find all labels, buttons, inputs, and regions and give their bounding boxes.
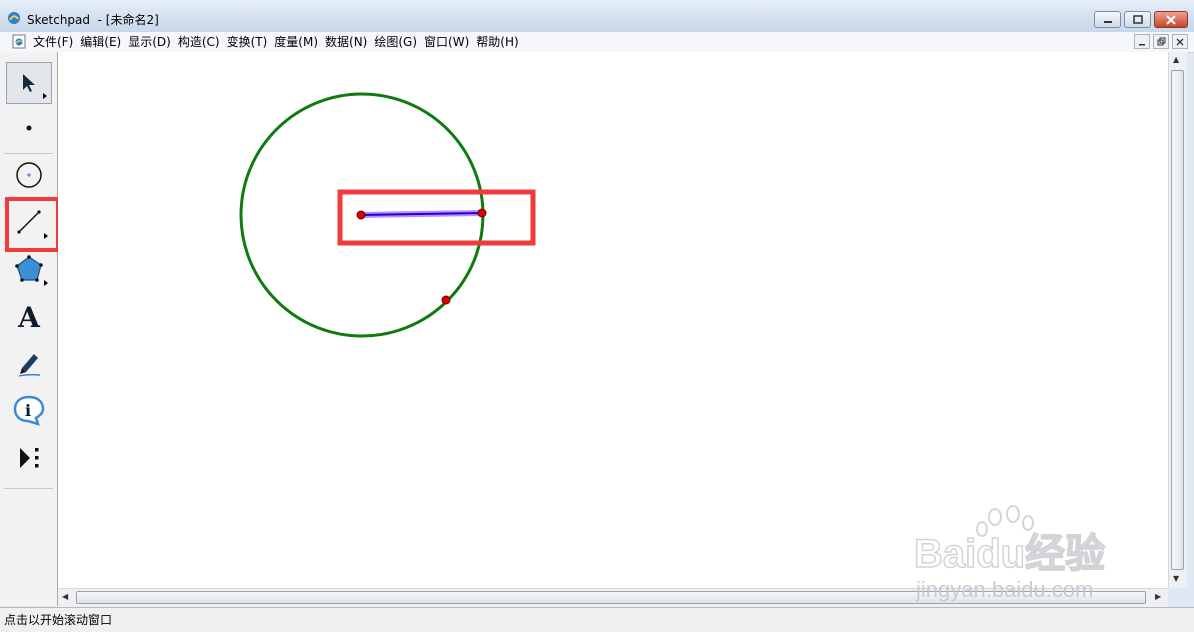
status-bar: 点击以开始滚动窗口 (0, 607, 1194, 632)
menu-help[interactable]: 帮助(H) (476, 34, 524, 50)
menu-construct[interactable]: 构造(C) (178, 34, 226, 50)
horizontal-scrollbar[interactable]: ◀ ▶ (58, 588, 1168, 607)
circle-radius-point[interactable] (441, 295, 451, 305)
menu-file[interactable]: 文件(F) (33, 34, 79, 50)
marker-icon (18, 354, 41, 377)
tool-submenu-indicator (43, 93, 47, 99)
polygon-icon (15, 255, 43, 282)
compass-tool[interactable] (6, 154, 52, 196)
maximize-icon (1132, 14, 1143, 24)
scroll-right-icon[interactable]: ▶ (1155, 592, 1161, 601)
tool-submenu-indicator (44, 280, 48, 286)
horizontal-scroll-thumb[interactable] (76, 591, 1146, 604)
close-icon (1166, 14, 1176, 25)
scroll-left-icon[interactable]: ◀ (62, 592, 68, 601)
custom-tool[interactable] (6, 437, 52, 479)
status-text: 点击以开始滚动窗口 (4, 613, 113, 627)
doc-minimize-icon (1139, 43, 1145, 45)
doc-close-icon (1176, 38, 1184, 45)
tool-highlight-box (5, 197, 60, 252)
sketch-canvas[interactable] (58, 52, 1168, 588)
marker-tool[interactable] (6, 342, 52, 384)
menu-bar: 文件(F) 编辑(E) 显示(D) 构造(C) 变换(T) 度量(M) 数据(N… (0, 32, 1194, 53)
text-tool[interactable]: A (6, 296, 52, 338)
arrow-select-tool[interactable] (6, 62, 52, 104)
vertical-scrollbar[interactable]: ▲ ▼ (1168, 52, 1187, 588)
minimize-button[interactable] (1094, 11, 1121, 28)
segment-end-point[interactable] (477, 208, 487, 218)
doc-restore-button[interactable] (1153, 34, 1169, 49)
circle-icon (16, 162, 42, 188)
toolbox: A i (0, 52, 58, 606)
text-icon: A (18, 300, 40, 334)
custom-tool-icon (20, 448, 39, 468)
document-icon[interactable] (12, 34, 26, 49)
menu-graph[interactable]: 绘图(G) (374, 34, 423, 50)
title-bar: Sketchpad - [未命名2] (0, 0, 1194, 33)
doc-minimize-button[interactable] (1134, 34, 1150, 49)
polygon-tool[interactable] (6, 248, 52, 290)
arrow-icon (23, 74, 35, 92)
menu-display[interactable]: 显示(D) (128, 34, 177, 50)
information-tool[interactable]: i (6, 389, 52, 431)
info-icon: i (13, 395, 45, 426)
point-icon (26, 125, 32, 131)
toolbox-divider (4, 488, 53, 489)
menu-measure[interactable]: 度量(M) (274, 34, 324, 50)
doc-close-button[interactable] (1172, 34, 1188, 49)
point-tool[interactable] (6, 107, 52, 149)
scroll-up-icon[interactable]: ▲ (1173, 55, 1179, 64)
window-title: Sketchpad - [未命名2] (27, 13, 159, 27)
menu-edit[interactable]: 编辑(E) (80, 34, 127, 50)
sketchpad-app-icon (8, 12, 20, 24)
menu-transform[interactable]: 变换(T) (227, 34, 274, 50)
close-button[interactable] (1154, 11, 1188, 28)
maximize-button[interactable] (1124, 11, 1151, 28)
scroll-down-icon[interactable]: ▼ (1173, 574, 1179, 583)
menu-window[interactable]: 窗口(W) (424, 34, 475, 50)
menu-data[interactable]: 数据(N) (325, 34, 373, 50)
info-icon-label: i (25, 401, 31, 420)
vertical-scroll-thumb[interactable] (1171, 70, 1184, 570)
minimize-icon (1103, 20, 1112, 23)
circle-center-point[interactable] (356, 210, 366, 220)
doc-restore-icon (1157, 37, 1165, 46)
sketch-drawing (239, 92, 536, 338)
